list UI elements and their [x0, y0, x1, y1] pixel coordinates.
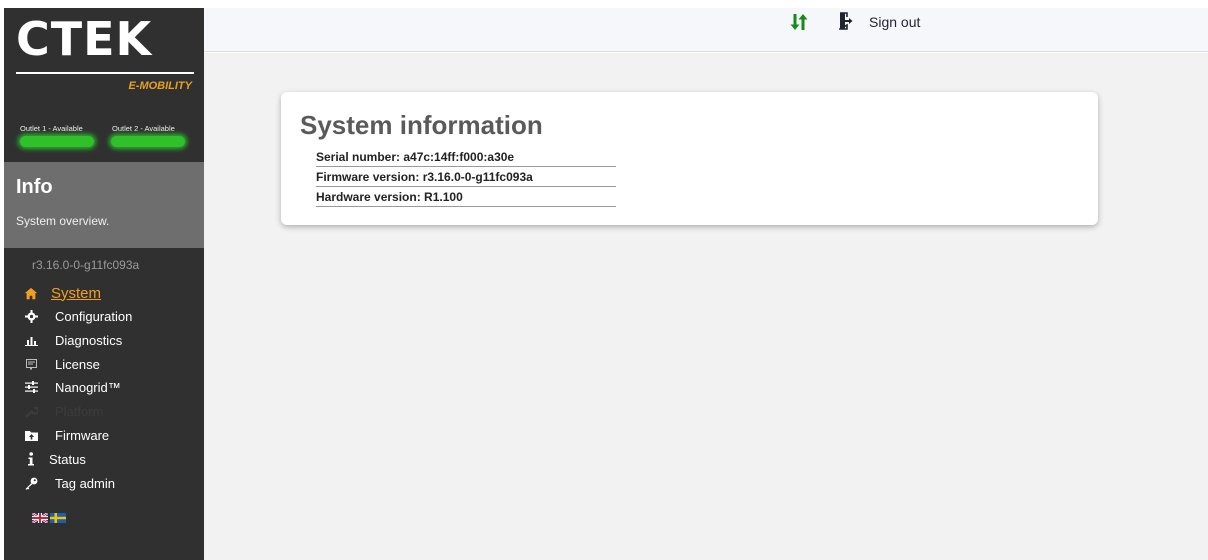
sweden-flag-icon[interactable] — [50, 510, 66, 528]
info-title: Info — [16, 176, 53, 198]
nav-label-system: System — [51, 284, 102, 302]
nav-item-firmware[interactable]: Firmware — [4, 424, 204, 446]
info-icon — [24, 452, 38, 466]
sign-out-icon[interactable] — [836, 12, 853, 35]
top-bar: Sign out — [204, 8, 1208, 52]
serial-number-row: Serial number: a47c:14ff:f000:a30e — [316, 147, 616, 167]
nav-item-diagnostics[interactable]: Diagnostics — [4, 329, 204, 351]
nav-label-license: License — [55, 356, 100, 372]
outlet-1-status-bar[interactable] — [20, 136, 94, 147]
logo-subtitle: E-MOBILITY — [128, 80, 192, 92]
language-selector — [31, 510, 66, 528]
nav-item-status[interactable]: Status — [4, 448, 204, 470]
info-panel: Info System overview. — [4, 162, 204, 248]
system-information-card: System information Serial number: a47c:1… — [281, 92, 1098, 225]
outlet-2-status-bar[interactable] — [111, 136, 185, 147]
wrench-icon — [24, 404, 38, 418]
sidebar: CTEK E-MOBILITY Outlet 1 - Available Out… — [4, 8, 204, 560]
nav-label-status: Status — [49, 451, 86, 467]
nav-label-configuration: Configuration — [55, 308, 133, 324]
outlet-2-label: Outlet 2 - Available — [112, 124, 175, 133]
key-icon — [24, 476, 38, 490]
gear-icon — [24, 309, 38, 323]
nav-item-configuration[interactable]: Configuration — [4, 305, 204, 327]
logo-text: CTEK — [16, 12, 153, 66]
info-subtitle: System overview. — [16, 214, 110, 228]
nav-label-diagnostics: Diagnostics — [55, 332, 123, 348]
hardware-version-row: Hardware version: R1.100 — [316, 187, 616, 207]
app-window: CTEK E-MOBILITY Outlet 1 - Available Out… — [0, 0, 1208, 560]
bar-chart-icon — [24, 333, 38, 347]
nav-label-nanogrid: Nanogrid™ — [55, 379, 121, 395]
home-icon — [24, 286, 38, 300]
nav-label-firmware: Firmware — [55, 427, 110, 443]
folder-upload-icon — [24, 428, 38, 442]
version-label: r3.16.0-0-g11fc093a — [32, 258, 140, 272]
sign-out-link[interactable]: Sign out — [869, 14, 920, 30]
logo-divider — [16, 72, 194, 74]
nav-label-platform: Platform — [55, 403, 104, 419]
nav-item-nanogrid[interactable]: Nanogrid™ — [4, 376, 204, 398]
firmware-version-row: Firmware version: r3.16.0-0-g11fc093a — [316, 167, 616, 187]
main-content: System information Serial number: a47c:1… — [204, 53, 1208, 560]
uk-flag-icon[interactable] — [31, 510, 49, 528]
outlet-1-label: Outlet 1 - Available — [20, 124, 83, 133]
sliders-icon — [24, 380, 38, 394]
logo[interactable]: CTEK E-MOBILITY — [4, 8, 204, 108]
card-title: System information — [300, 110, 543, 140]
nav-item-system[interactable]: System — [4, 282, 204, 304]
nav-label-tag-admin: Tag admin — [55, 475, 115, 491]
license-icon — [24, 357, 38, 371]
nav-item-license[interactable]: License — [4, 353, 204, 375]
nav-item-platform: Platform — [4, 400, 204, 422]
sort-arrows-icon[interactable] — [790, 12, 808, 37]
nav-item-tag-admin[interactable]: Tag admin — [4, 472, 204, 494]
